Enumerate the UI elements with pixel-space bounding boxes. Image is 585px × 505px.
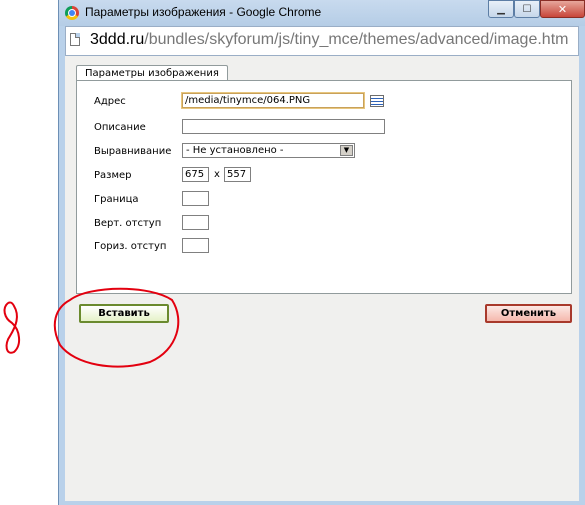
dialog-page: Параметры изображения Адрес /media/tinym… xyxy=(65,56,579,501)
browse-icon[interactable] xyxy=(370,95,384,107)
align-label: Выравнивание xyxy=(94,146,172,157)
url-domain: 3ddd.ru xyxy=(90,31,145,48)
address-label: Адрес xyxy=(94,96,126,107)
description-input[interactable] xyxy=(182,119,385,134)
size-separator: x xyxy=(214,169,220,180)
vspace-label: Верт. отступ xyxy=(94,218,162,229)
size-label: Размер xyxy=(94,170,132,181)
close-button[interactable]: ✕ xyxy=(540,0,585,18)
url-path: /bundles/skyforum/js/tiny_mce/themes/adv… xyxy=(144,31,569,48)
description-label: Описание xyxy=(94,122,146,133)
minimize-button[interactable]: ▁ xyxy=(488,0,514,18)
insert-button[interactable]: Вставить xyxy=(79,304,169,323)
window-title: Параметры изображения - Google Chrome xyxy=(85,5,322,19)
border-input[interactable] xyxy=(182,191,209,206)
hspace-label: Гориз. отступ xyxy=(94,241,167,252)
align-select[interactable]: - Не установлено - ▼ xyxy=(182,143,355,158)
height-input[interactable]: 557 xyxy=(224,167,251,182)
browser-window: Параметры изображения - Google Chrome ▁ … xyxy=(58,0,585,505)
window-controls: ▁ ☐ ✕ xyxy=(488,0,585,18)
vspace-input[interactable] xyxy=(182,215,209,230)
address-input[interactable]: /media/tinymce/064.PNG xyxy=(182,93,364,108)
annotation-digit-8 xyxy=(3,301,20,354)
page-icon xyxy=(70,33,80,46)
maximize-button[interactable]: ☐ xyxy=(514,0,540,18)
image-params-panel: Адрес /media/tinymce/064.PNG Описание Вы… xyxy=(76,80,572,294)
chrome-icon xyxy=(65,6,79,20)
align-selected-value: - Не установлено - xyxy=(186,145,284,156)
border-label: Граница xyxy=(94,194,139,205)
width-input[interactable]: 675 xyxy=(182,167,209,182)
cancel-button[interactable]: Отменить xyxy=(485,304,572,323)
tab-image-params[interactable]: Параметры изображения xyxy=(76,65,228,81)
chevron-down-icon[interactable]: ▼ xyxy=(340,145,353,156)
address-bar[interactable]: 3ddd.ru/bundles/skyforum/js/tiny_mce/the… xyxy=(65,26,579,56)
title-bar: Параметры изображения - Google Chrome ▁ … xyxy=(59,0,585,26)
hspace-input[interactable] xyxy=(182,238,209,253)
url-text[interactable]: 3ddd.ru/bundles/skyforum/js/tiny_mce/the… xyxy=(90,31,568,49)
